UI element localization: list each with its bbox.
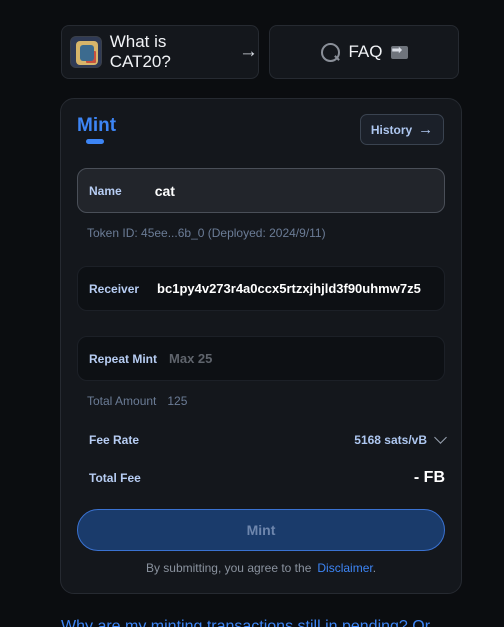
what-is-cat20-label: What is CAT20? [109,32,171,71]
what-is-cat20-button[interactable]: What is CAT20? → [61,25,259,79]
fee-rate-selector[interactable]: 5168 sats/vB [354,431,447,447]
receiver-address[interactable]: bc1py4v273r4a0ccx5rtzxjhjld3f90uhmw7z5 [139,281,421,296]
terms-notice: By submitting, you agree to the Disclaime… [61,561,461,575]
total-fee-row: Total Fee - FB [89,469,445,487]
repeat-mint-label: Repeat Mint [89,351,158,366]
total-fee-value: - FB [413,469,445,486]
name-value[interactable]: cat [122,183,175,199]
token-info: Token ID: 45ee...6b_0 (Deployed: 2024/9/… [87,226,326,240]
faq-label: FAQ [348,42,383,61]
terms-text: By submitting, you agree to the [145,561,312,575]
terms-suffix: . [372,561,377,575]
total-amount-value: 125 [167,394,188,408]
history-label: History [370,122,413,137]
tab-mint[interactable]: Mint [77,115,116,137]
receiver-label: Receiver [89,281,140,296]
name-field[interactable]: Name cat [77,168,445,213]
arrow-right-icon: → [418,121,434,138]
total-fee-label: Total Fee [89,471,141,485]
search-icon [320,42,341,62]
disclaimer-link[interactable]: Disclaimer [317,561,372,575]
total-amount-label: Total Amount [87,394,157,408]
fee-rate-value: 5168 sats/vB [354,433,427,447]
repeat-mint-field[interactable]: Repeat Mint [77,336,445,381]
pending-transactions-faq-link[interactable]: Why are my minting transactions still in… [61,618,430,627]
mint-button[interactable]: Mint [77,509,445,551]
name-label: Name [89,183,122,198]
top-navigation: What is CAT20? → FAQ [61,25,459,79]
total-amount: Total Amount 125 [87,394,187,408]
mint-card: Mint History → Name cat Token ID: 45ee..… [60,98,462,594]
faq-button[interactable]: FAQ [269,25,459,79]
cat20-logo-icon [70,36,102,68]
fee-rate-row: Fee Rate 5168 sats/vB [89,431,447,447]
repeat-mint-input[interactable] [157,351,348,366]
receiver-field[interactable]: Receiver bc1py4v273r4a0ccx5rtzxjhjld3f90… [77,266,445,311]
fee-rate-label: Fee Rate [89,433,140,447]
tab-active-indicator [86,139,104,144]
arrow-right-icon: → [239,41,258,62]
arrow-right-emoji-icon [390,43,408,59]
history-button[interactable]: History → [360,114,444,145]
chevron-down-icon [434,431,447,444]
